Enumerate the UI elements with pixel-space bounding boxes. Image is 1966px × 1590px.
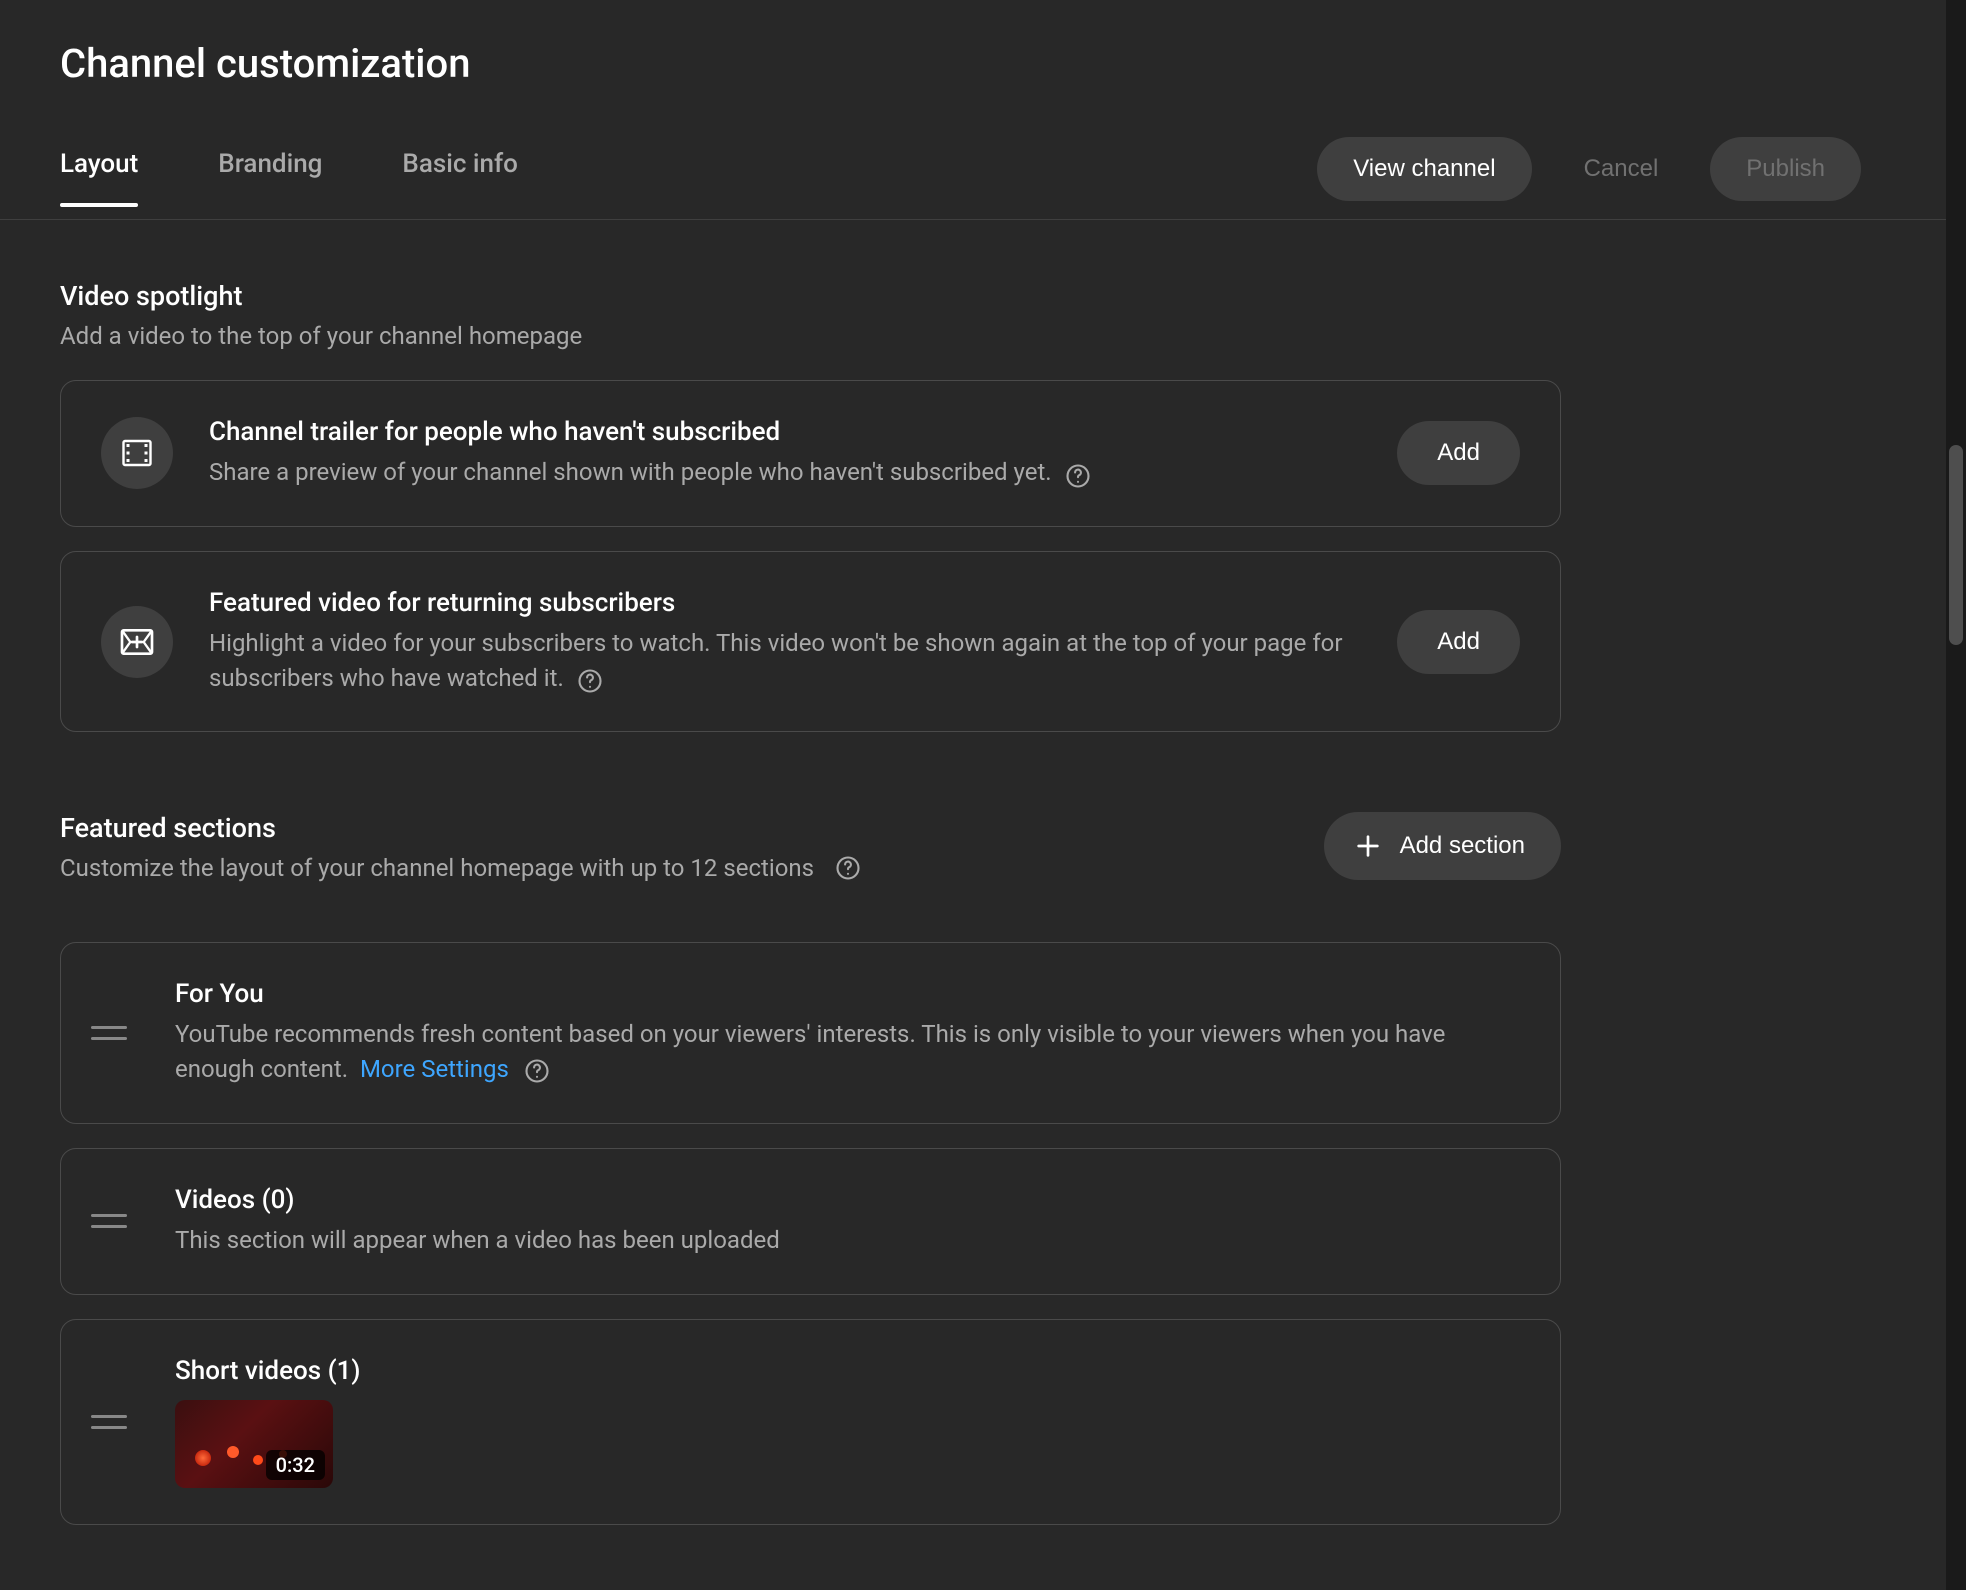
featured-sections-subtitle-text: Customize the layout of your channel hom… <box>60 854 814 882</box>
tab-basic-info[interactable]: Basic info <box>402 149 518 207</box>
featured-sections-header: Featured sections Customize the layout o… <box>60 812 1561 912</box>
channel-trailer-title: Channel trailer for people who haven't s… <box>209 417 1361 447</box>
help-icon[interactable] <box>576 667 604 695</box>
featured-video-desc: Highlight a video for your subscribers t… <box>209 629 1343 692</box>
short-videos-title: Short videos (1) <box>175 1356 1520 1386</box>
featured-video-icon <box>101 606 173 678</box>
tab-layout[interactable]: Layout <box>60 149 138 207</box>
view-channel-button[interactable]: View channel <box>1317 137 1531 201</box>
video-spotlight-title: Video spotlight <box>60 280 1561 312</box>
videos-title: Videos (0) <box>175 1185 1520 1215</box>
section-for-you: For You YouTube recommends fresh content… <box>60 942 1561 1124</box>
drag-handle-icon[interactable] <box>91 1026 127 1040</box>
help-icon[interactable] <box>834 854 862 882</box>
header-actions: View channel Cancel Publish <box>1317 137 1921 219</box>
add-featured-video-button[interactable]: Add <box>1397 610 1520 674</box>
help-icon[interactable] <box>523 1057 551 1085</box>
section-videos: Videos (0) This section will appear when… <box>60 1148 1561 1295</box>
drag-handle-icon[interactable] <box>91 1214 127 1228</box>
featured-sections-title: Featured sections <box>60 812 862 844</box>
drag-handle-icon[interactable] <box>91 1415 127 1429</box>
plus-icon <box>1352 830 1384 862</box>
short-video-thumbnail[interactable]: 0:32 <box>175 1400 333 1488</box>
section-short-videos: Short videos (1) 0:32 <box>60 1319 1561 1525</box>
featured-sections-subtitle: Customize the layout of your channel hom… <box>60 854 862 882</box>
help-icon[interactable] <box>1064 462 1092 490</box>
page-title: Channel customization <box>60 40 1921 87</box>
channel-trailer-desc: Share a preview of your channel shown wi… <box>209 458 1052 486</box>
scrollbar-track[interactable] <box>1946 0 1966 1590</box>
tabs: Layout Branding Basic info <box>60 149 518 207</box>
tab-branding[interactable]: Branding <box>218 149 322 207</box>
add-trailer-button[interactable]: Add <box>1397 421 1520 485</box>
video-spotlight-subtitle: Add a video to the top of your channel h… <box>60 322 1561 350</box>
scrollbar-thumb[interactable] <box>1949 445 1963 645</box>
cancel-button[interactable]: Cancel <box>1548 137 1695 201</box>
thumbnail-duration: 0:32 <box>266 1450 325 1480</box>
more-settings-link[interactable]: More Settings <box>360 1055 509 1083</box>
filmstrip-icon <box>101 417 173 489</box>
add-section-button[interactable]: Add section <box>1324 812 1561 880</box>
channel-trailer-card: Channel trailer for people who haven't s… <box>60 380 1561 527</box>
publish-button[interactable]: Publish <box>1710 137 1861 201</box>
featured-video-card: Featured video for returning subscribers… <box>60 551 1561 733</box>
for-you-title: For You <box>175 979 1520 1009</box>
featured-video-title: Featured video for returning subscribers <box>209 588 1361 618</box>
video-spotlight-section: Video spotlight Add a video to the top o… <box>60 280 1561 732</box>
add-section-label: Add section <box>1400 832 1525 860</box>
videos-desc: This section will appear when a video ha… <box>175 1223 1520 1258</box>
